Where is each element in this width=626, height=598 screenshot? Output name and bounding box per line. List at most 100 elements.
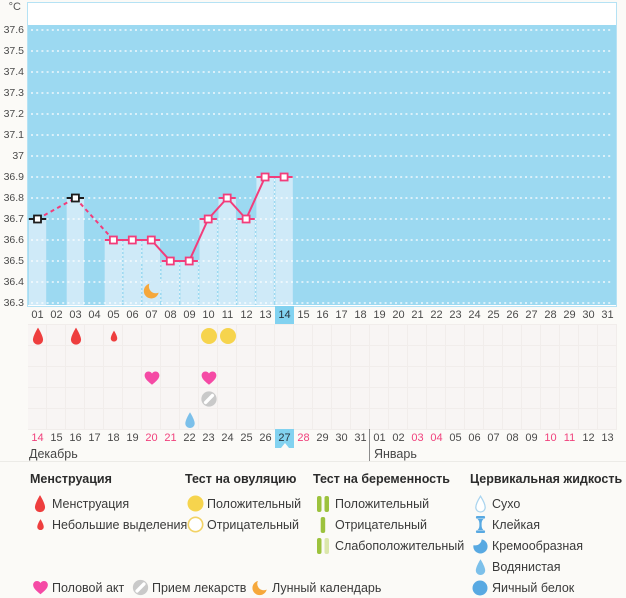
event-grid-cell[interactable] [104,346,123,367]
event-grid-cell[interactable] [484,346,503,367]
event-grid-cell[interactable] [332,346,351,367]
event-grid-cell[interactable] [446,367,465,388]
event-grid-cell[interactable] [351,367,370,388]
calendar-date-cell[interactable]: 14 [28,429,47,448]
event-grid-cell[interactable] [47,367,66,388]
calendar-date-cell[interactable]: 27 [275,429,294,448]
cycle-day-cell[interactable]: 15 [294,306,313,324]
event-grid-cell[interactable] [123,325,142,346]
event-grid-cell[interactable] [294,346,313,367]
event-grid-cell[interactable] [313,346,332,367]
event-grid-cell[interactable] [104,367,123,388]
event-grid-cell[interactable] [598,409,617,430]
event-grid-cell[interactable] [560,409,579,430]
event-grid-cell[interactable] [522,409,541,430]
cycle-day-cell[interactable]: 10 [199,306,218,324]
event-grid-cell[interactable] [579,325,598,346]
event-grid-cell[interactable] [408,325,427,346]
calendar-date-cell[interactable]: 18 [104,429,123,448]
event-grid-cell[interactable] [28,346,47,367]
event-grid-cell[interactable] [313,367,332,388]
event-grid-cell[interactable] [313,409,332,430]
event-grid-cell[interactable] [465,367,484,388]
event-grid-cell[interactable] [541,409,560,430]
calendar-date-cell[interactable]: 03 [408,429,427,448]
event-grid-cell[interactable] [66,346,85,367]
event-grid-cell[interactable] [199,346,218,367]
calendar-date-cell[interactable]: 25 [237,429,256,448]
event-grid-cell[interactable] [389,388,408,409]
event-grid-cell[interactable] [446,346,465,367]
cycle-day-cell[interactable]: 31 [598,306,617,324]
calendar-date-cell[interactable]: 11 [560,429,579,448]
event-grid-cell[interactable] [275,409,294,430]
event-grid-cell[interactable] [142,325,161,346]
event-grid-cell[interactable] [256,367,275,388]
cycle-day-cell[interactable]: 30 [579,306,598,324]
event-grid-cell[interactable] [237,325,256,346]
event-grid-cell[interactable] [332,409,351,430]
calendar-date-cell[interactable]: 20 [142,429,161,448]
event-grid-cell[interactable] [237,346,256,367]
event-grid-cell[interactable] [332,367,351,388]
event-grid-cell[interactable] [294,388,313,409]
event-grid-cell[interactable] [503,409,522,430]
calendar-date-cell[interactable]: 16 [66,429,85,448]
calendar-date-cell[interactable]: 29 [313,429,332,448]
event-grid-cell[interactable] [313,325,332,346]
event-grid-cell[interactable] [28,409,47,430]
calendar-date-cell[interactable]: 06 [465,429,484,448]
event-grid-cell[interactable] [218,409,237,430]
event-grid-cell[interactable] [427,388,446,409]
event-grid-cell[interactable] [351,409,370,430]
calendar-date-cell[interactable]: 28 [294,429,313,448]
event-grid-cell[interactable] [123,346,142,367]
calendar-date-cell[interactable]: 08 [503,429,522,448]
cycle-day-cell[interactable]: 26 [503,306,522,324]
event-grid-cell[interactable] [541,388,560,409]
event-grid-cell[interactable] [370,409,389,430]
cycle-day-cell[interactable]: 09 [180,306,199,324]
event-grid-cell[interactable] [522,367,541,388]
cycle-day-cell[interactable]: 23 [446,306,465,324]
event-grid-cell[interactable] [237,367,256,388]
cycle-day-cell[interactable]: 21 [408,306,427,324]
cycle-day-cell[interactable]: 24 [465,306,484,324]
event-grid-cell[interactable] [370,388,389,409]
event-grid-cell[interactable] [541,367,560,388]
event-grid-cell[interactable] [598,346,617,367]
event-grid-cell[interactable] [294,325,313,346]
event-grid-cell[interactable] [351,325,370,346]
event-grid-cell[interactable] [142,346,161,367]
event-grid-cell[interactable] [218,346,237,367]
event-grid-cell[interactable] [47,409,66,430]
event-grid-cell[interactable] [237,409,256,430]
calendar-date-cell[interactable]: 15 [47,429,66,448]
event-grid-cell[interactable] [541,325,560,346]
event-grid-cell[interactable] [408,409,427,430]
event-grid-cell[interactable] [313,388,332,409]
event-grid-cell[interactable] [161,367,180,388]
calendar-date-cell[interactable]: 17 [85,429,104,448]
event-grid-cell[interactable] [275,388,294,409]
event-grid-cell[interactable] [503,346,522,367]
event-grid-cell[interactable] [389,325,408,346]
event-grid-cell[interactable] [579,409,598,430]
event-grid-cell[interactable] [389,346,408,367]
event-grid-cell[interactable] [256,325,275,346]
event-grid-cell[interactable] [389,367,408,388]
event-grid-cell[interactable] [370,367,389,388]
event-grid-cell[interactable] [465,388,484,409]
event-grid-cell[interactable] [503,367,522,388]
temperature-chart[interactable] [27,2,617,307]
event-grid-cell[interactable] [85,388,104,409]
calendar-date-cell[interactable]: 23 [199,429,218,448]
event-grid-cell[interactable] [275,367,294,388]
event-grid-cell[interactable] [256,409,275,430]
event-grid-cell[interactable] [465,325,484,346]
event-grid-cell[interactable] [256,388,275,409]
event-grid-cell[interactable] [579,367,598,388]
event-grid-cell[interactable] [237,388,256,409]
event-grid-cell[interactable] [332,325,351,346]
event-grid-cell[interactable] [408,346,427,367]
